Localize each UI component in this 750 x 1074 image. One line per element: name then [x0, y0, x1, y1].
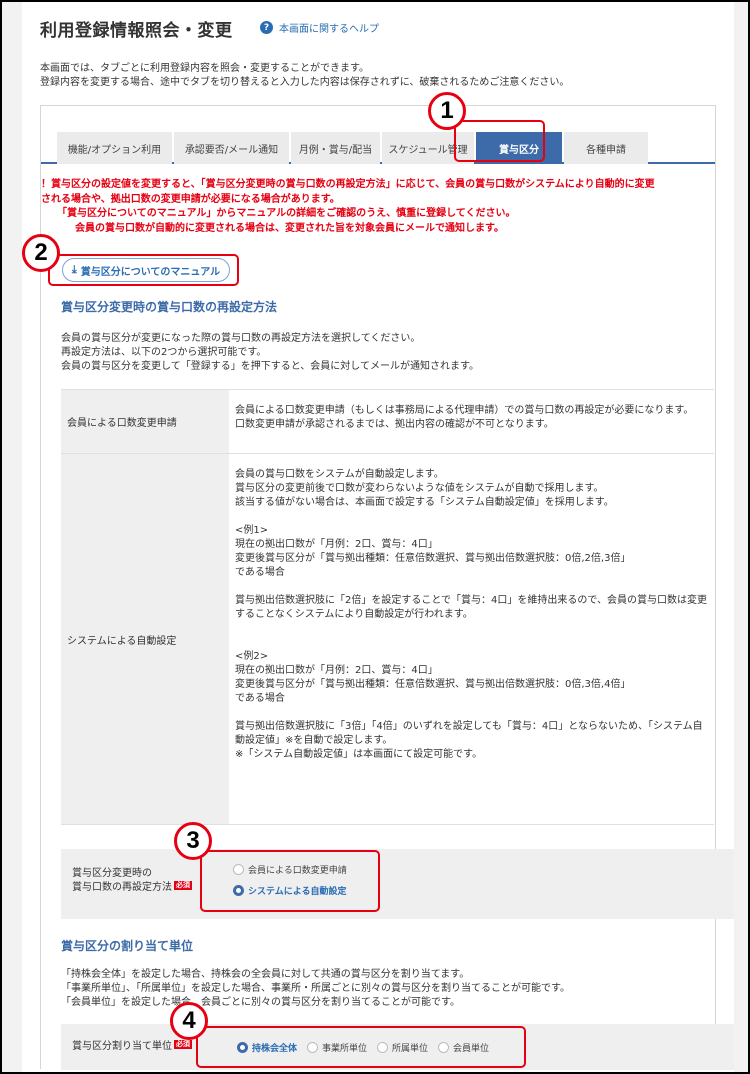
table-line: 該当する値がない場合は、本画面で設定する「システム自動設定値」を採用します。 [235, 497, 614, 508]
intro-text: 本画面では、タブごとに利用登録内容を照会・変更することができます。 登録内容を変… [40, 62, 569, 90]
help-link-label: 本画面に関するヘルプ [279, 24, 379, 35]
tab-approval-mail[interactable]: 承認要否/メール通知 [174, 132, 289, 164]
table-row-content: 会員による口数変更申請（もしくは事務局による代理申請）での賞与口数の再設定が必要… [229, 390, 714, 453]
reset-method-table: 会員による口数変更申請 会員による口数変更申請（もしくは事務局による代理申請）で… [61, 389, 714, 825]
form-label-line: 賞与区分割り当て単位 [72, 1041, 172, 1052]
table-line: 賞与拠出倍数選択肢に「3倍」「4倍」のいずれを設定しても「賞与：4口」とならない… [235, 721, 703, 732]
desc-line: 再設定方法は、以下の2つから選択可能です。 [61, 347, 267, 358]
desc-line: 会員の賞与区分を変更して「登録する」を押下すると、会員に対してメールが通知されま… [61, 361, 479, 372]
table-line: 現在の拠出口数が「月例：2口、賞与：4口」 [235, 539, 438, 550]
table-line [235, 706, 708, 720]
page-title: 利用登録情報照会・変更 [40, 21, 233, 41]
table-line: である場合 [235, 567, 285, 578]
tab-panel: 機能/オプション利用 承認要否/メール通知 月例・賞与/配当 スケジュール管理 … [40, 105, 734, 1070]
form-label-line: 賞与区分変更時の [72, 868, 152, 879]
callout-badge-4: 4 [170, 1002, 208, 1040]
table-line: 賞与区分の変更前後で口数が変わらないような値をシステムが自動で採用します。 [235, 483, 604, 494]
table-row-content: 会員の賞与口数をシステムが自動設定します。 賞与区分の変更前後で口数が変わらない… [229, 454, 714, 824]
callout-badge-1: 1 [428, 92, 466, 130]
table-line: 変更後賞与区分が「賞与拠出種類：任意倍数選択、賞与拠出倍数選択肢：0倍,2倍,3… [235, 553, 631, 564]
table-line: 会員の賞与口数をシステムが自動設定します。 [235, 469, 444, 480]
table-line: <例1> [235, 525, 269, 536]
callout-badge-2: 2 [22, 234, 60, 272]
reset-method-form-row: 賞与区分変更時の 賞与口数の再設定方法 必須 会員による口数変更申請 システムによ… [61, 849, 734, 919]
warning-message: ！賞与区分の設定値を変更すると、「賞与区分変更時の賞与口数の再設定方法」に応じて… [41, 178, 717, 236]
table-line: 現在の拠出口数が「月例：2口、賞与：4口」 [235, 665, 438, 676]
form-label-allocation-unit: 賞与区分割り当て単位 必須 [72, 1040, 192, 1054]
section-description: 会員の賞与区分が変更になった際の賞与口数の再設定方法を選択してください。 再設定… [61, 332, 479, 374]
form-label-reset-method: 賞与区分変更時の 賞与口数の再設定方法 必須 [72, 867, 192, 895]
callout-box-1 [454, 120, 545, 162]
callout-box-4 [196, 1026, 526, 1068]
tab-bar: 機能/オプション利用 承認要否/メール通知 月例・賞与/配当 スケジュール管理 … [41, 130, 715, 164]
callout-box-3 [200, 850, 380, 912]
table-line: 動設定値」※を自動で設定します。 [235, 735, 393, 746]
desc-line: 「事業所単位」、「所属単位」を設定した場合、事業所・所属ごとに別々の賞与区分を割… [61, 983, 570, 994]
table-line [235, 580, 708, 594]
table-row: システムによる自動設定 会員の賞与口数をシステムが自動設定します。 賞与区分の変… [61, 454, 714, 825]
desc-line: 「会員単位」を設定した場合、会員ごとに別々の賞与区分を割り当てることが可能です。 [61, 997, 460, 1008]
tab-monthly-bonus[interactable]: 月例・賞与/配当 [291, 132, 380, 164]
section-description: 「持株会全体」を設定した場合、持株会の全会員に対して共通の賞与区分を割り当てます… [61, 968, 570, 1010]
table-line: 会員による口数変更申請（もしくは事務局による代理申請）での賞与口数の再設定が必要… [235, 405, 694, 416]
page-content: 利用登録情報照会・変更 ? 本画面に関するヘルプ 本画面では、タブごとに利用登録… [22, 2, 734, 1072]
table-line: 変更後賞与区分が「賞与拠出種類：任意倍数選択、賞与拠出倍数選択肢：0倍,3倍,4… [235, 679, 631, 690]
warning-line: 「賞与区分についてのマニュアル」からマニュアルの詳細をご確認のうえ、慎重に登録し… [57, 208, 516, 219]
intro-line: 登録内容を変更する場合、途中でタブを切り替えると入力した内容は保存されずに、破棄… [40, 77, 570, 88]
required-badge: 必須 [174, 881, 192, 890]
help-link[interactable]: ? 本画面に関するヘルプ [260, 20, 379, 35]
table-line: ※「システム自動設定値」は本画面にて設定可能です。 [235, 749, 483, 760]
table-line: 賞与拠出倍数選択肢に「2倍」を設定することで「賞与：4口」を維持出来るので、会員… [235, 595, 708, 606]
table-line: である場合 [235, 693, 285, 704]
desc-line: 「持株会全体」を設定した場合、持株会の全会員に対して共通の賞与区分を割り当てます… [61, 969, 470, 980]
help-icon: ? [260, 21, 273, 34]
screenshot-frame: 利用登録情報照会・変更 ? 本画面に関するヘルプ 本画面では、タブごとに利用登録… [2, 2, 748, 1072]
table-row-header: 会員による口数変更申請 [61, 390, 229, 453]
table-row-header: システムによる自動設定 [61, 454, 229, 824]
tab-applications[interactable]: 各種申請 [564, 132, 648, 164]
required-badge: 必須 [174, 1040, 192, 1049]
form-label-line: 賞与口数の再設定方法 [72, 882, 172, 893]
warning-line: 会員の賞与口数が自動的に変更される場合は、変更された旨を対象会員にメールで通知し… [75, 222, 504, 234]
table-row: 会員による口数変更申請 会員による口数変更申請（もしくは事務局による代理申請）で… [61, 390, 714, 454]
section-heading-reset-method: 賞与区分変更時の賞与口数の再設定方法 [61, 300, 278, 314]
desc-line: 会員の賞与区分が変更になった際の賞与口数の再設定方法を選択してください。 [61, 333, 421, 344]
table-line [235, 510, 708, 524]
table-line [235, 622, 708, 636]
warning-line: される場合や、拠出口数の変更申請が必要になる場合があります。 [41, 193, 340, 205]
callout-box-2 [48, 254, 239, 286]
section-heading-allocation-unit: 賞与区分の割り当て単位 [61, 939, 194, 953]
table-line [235, 636, 708, 650]
table-line: 口数変更申請が承認されるまでは、拠出内容の確認が不可となります。 [235, 419, 554, 430]
warning-line: ！賞与区分の設定値を変更すると、「賞与区分変更時の賞与口数の再設定方法」に応じて… [41, 179, 655, 190]
callout-badge-3: 3 [174, 822, 212, 860]
intro-line: 本画面では、タブごとに利用登録内容を照会・変更することができます。 [40, 63, 369, 74]
table-line: することなくシステムにより自動設定が行われます。 [235, 609, 473, 620]
table-line: <例2> [235, 651, 269, 662]
tab-function-options[interactable]: 機能/オプション利用 [57, 132, 172, 164]
